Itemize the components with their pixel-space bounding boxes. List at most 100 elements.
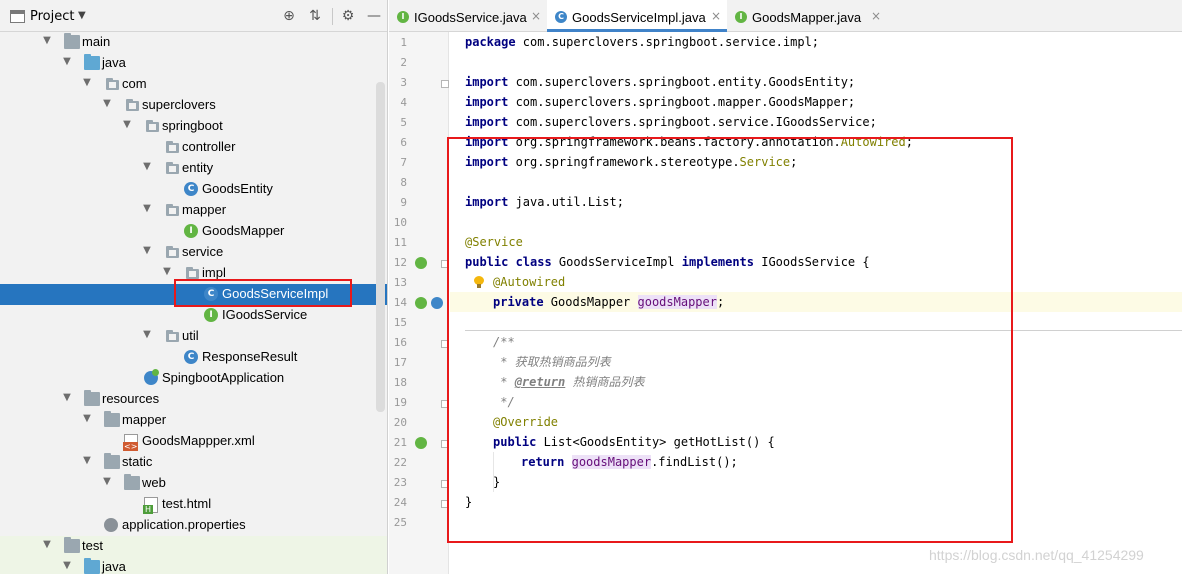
code-line-21: public List<GoodsEntity> getHotList() {: [493, 435, 775, 449]
code-line-4: import com.superclovers.springboot.mappe…: [465, 95, 856, 109]
tab-label: GoodsServiceImpl.java: [572, 10, 706, 25]
line-number: 25: [393, 516, 407, 529]
line-number: 20: [393, 416, 407, 429]
close-icon[interactable]: ×: [531, 9, 541, 23]
tree-item-label: controller: [182, 139, 236, 154]
project-title[interactable]: Project: [30, 9, 74, 24]
interface-icon: I: [204, 308, 218, 322]
locate-icon[interactable]: ⊕: [280, 7, 298, 25]
class-icon: C: [555, 11, 567, 23]
interface-icon: I: [397, 11, 409, 23]
tree-item[interactable]: ▼ impl: [0, 263, 387, 284]
chevron-down-icon[interactable]: ▼: [62, 57, 72, 67]
tree-item-label: GoodsServiceImpl: [222, 286, 329, 301]
tree-item[interactable]: C GoodsEntity: [0, 179, 387, 200]
code-line-19: */: [493, 395, 515, 409]
tree-item[interactable]: ▼ springboot: [0, 116, 387, 137]
tree-item[interactable]: ▼ main: [0, 32, 387, 53]
tree-item[interactable]: I IGoodsService: [0, 305, 387, 326]
line-number: 7: [400, 156, 407, 169]
collapse-all-icon[interactable]: ⇅: [306, 7, 324, 25]
tree-item[interactable]: ▼ superclovers: [0, 95, 387, 116]
tree-item[interactable]: ▼ web: [0, 473, 387, 494]
tree-item[interactable]: ▼ mapper: [0, 200, 387, 221]
tree-item-label: com: [122, 76, 147, 91]
tree-item-label: application.properties: [122, 517, 246, 532]
spring-bean-icon[interactable]: [415, 297, 427, 309]
tree-item[interactable]: ▼ service: [0, 242, 387, 263]
navigate-icon[interactable]: [431, 297, 443, 309]
tree-item[interactable]: C ResponseResult: [0, 347, 387, 368]
spring-bean-icon[interactable]: [415, 257, 427, 269]
tree-item[interactable]: ▼ entity: [0, 158, 387, 179]
code-line-5: import com.superclovers.springboot.servi…: [465, 115, 877, 129]
tree-item-label: impl: [202, 265, 226, 280]
tree-item[interactable]: SpingbootApplication: [0, 368, 387, 389]
fold-marker-icon[interactable]: [441, 500, 449, 508]
chevron-down-icon[interactable]: ▼: [142, 330, 152, 340]
chevron-down-icon[interactable]: ▼: [78, 10, 86, 21]
fold-marker-icon[interactable]: [441, 400, 449, 408]
chevron-down-icon[interactable]: ▼: [82, 456, 92, 466]
lightbulb-icon[interactable]: [474, 276, 484, 288]
chevron-down-icon[interactable]: ▼: [82, 78, 92, 88]
fold-marker-icon[interactable]: [441, 340, 449, 348]
tree-item[interactable]: test.html: [0, 494, 387, 515]
tab-goodsserviceimpl[interactable]: C GoodsServiceImpl.java ×: [547, 0, 727, 32]
tree-item[interactable]: GoodsMappper.xml: [0, 431, 387, 452]
chevron-down-icon[interactable]: ▼: [162, 267, 172, 277]
tree-item[interactable]: ▼ test: [0, 536, 387, 557]
code-line-23: }: [493, 475, 501, 489]
code-line-6: import org.springframework.beans.factory…: [465, 135, 913, 149]
interface-icon: I: [735, 11, 747, 23]
line-number: 2: [400, 56, 407, 69]
tree-item[interactable]: ▼ com: [0, 74, 387, 95]
fold-marker-icon[interactable]: [441, 80, 449, 88]
tree-item[interactable]: ▼ java: [0, 557, 387, 574]
tree-item-label: mapper: [122, 412, 167, 427]
chevron-down-icon[interactable]: ▼: [142, 246, 152, 256]
chevron-down-icon[interactable]: ▼: [62, 393, 72, 403]
tab-goodsmapper[interactable]: I GoodsMapper.java ×: [727, 0, 883, 32]
line-number: 1: [400, 36, 407, 49]
code-line-24: }: [465, 495, 473, 509]
tree-scrollbar[interactable]: [376, 82, 385, 412]
implements-icon[interactable]: [415, 437, 427, 449]
tree-item[interactable]: C GoodsServiceImpl: [0, 284, 387, 305]
tab-igoodsservice[interactable]: I IGoodsService.java ×: [389, 0, 545, 32]
tree-item[interactable]: ▼ static: [0, 452, 387, 473]
chevron-down-icon[interactable]: ▼: [142, 162, 152, 172]
chevron-down-icon[interactable]: ▼: [102, 99, 112, 109]
chevron-down-icon[interactable]: ▼: [42, 36, 52, 46]
editor-tab-bar: I IGoodsService.java × C GoodsServiceImp…: [389, 0, 1182, 32]
chevron-down-icon[interactable]: ▼: [122, 120, 132, 130]
folder-icon: [104, 411, 120, 427]
tree-item[interactable]: ▼ mapper: [0, 410, 387, 431]
package-icon: [166, 141, 179, 153]
line-number: 15: [393, 316, 407, 329]
chevron-down-icon[interactable]: ▼: [82, 414, 92, 424]
tree-item[interactable]: ▼ util: [0, 326, 387, 347]
tree-item[interactable]: controller: [0, 137, 387, 158]
chevron-down-icon[interactable]: ▼: [42, 540, 52, 550]
chevron-down-icon[interactable]: ▼: [142, 204, 152, 214]
close-icon[interactable]: ×: [871, 9, 881, 23]
chevron-down-icon[interactable]: ▼: [102, 477, 112, 487]
fold-marker-icon[interactable]: [441, 440, 449, 448]
project-panel: Project ▼ ⊕ ⇅ ⚙ — ▼ main ▼ java ▼ com ▼ supercl…: [0, 0, 388, 574]
tree-item[interactable]: I GoodsMapper: [0, 221, 387, 242]
chevron-down-icon[interactable]: ▼: [62, 561, 72, 571]
line-number: 8: [400, 176, 407, 189]
hide-panel-icon[interactable]: —: [365, 7, 383, 25]
fold-marker-icon[interactable]: [441, 480, 449, 488]
test-folder-icon: [84, 558, 100, 574]
tree-item[interactable]: ▼ java: [0, 53, 387, 74]
tree-item[interactable]: application.properties: [0, 515, 387, 536]
close-icon[interactable]: ×: [711, 9, 721, 23]
tree-item[interactable]: ▼ resources: [0, 389, 387, 410]
fold-marker-icon[interactable]: [441, 260, 449, 268]
code-line-11: @Service: [465, 235, 523, 249]
interface-icon: I: [184, 224, 198, 238]
code-editor[interactable]: package com.superclovers.springboot.serv…: [450, 32, 1182, 574]
gear-icon[interactable]: ⚙: [339, 7, 357, 25]
